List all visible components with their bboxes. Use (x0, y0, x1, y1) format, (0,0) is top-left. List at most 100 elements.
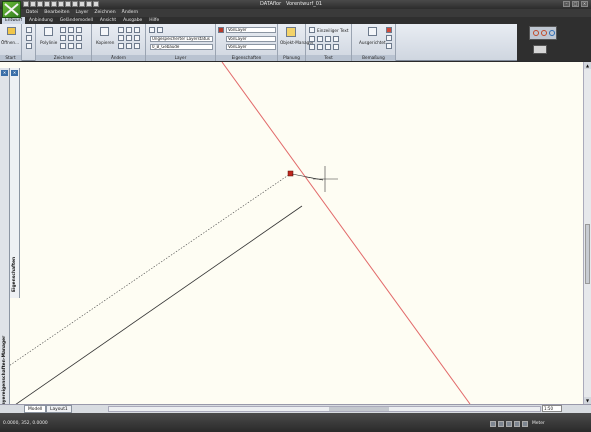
linetype-combo[interactable]: VonLayer (226, 36, 276, 42)
mirror-icon[interactable] (134, 27, 140, 33)
object-manager-icon[interactable] (286, 27, 296, 37)
workspace-switch-icon[interactable] (533, 45, 547, 54)
circle-icon[interactable] (60, 35, 66, 41)
dock-close-icon[interactable]: ✕ (11, 70, 18, 76)
match-props-icon[interactable] (72, 1, 78, 7)
tab-hilfe[interactable]: Hilfe (146, 17, 162, 24)
horizontal-scrollbar[interactable] (108, 406, 541, 412)
align-text-icon[interactable] (309, 44, 315, 50)
lineweight-combo[interactable]: VonLayer (226, 44, 276, 50)
text-icon[interactable] (309, 27, 315, 33)
dim-style-icon[interactable] (386, 27, 392, 33)
new-file-icon[interactable] (23, 1, 29, 7)
line-icon[interactable] (60, 27, 66, 33)
ortho-icon[interactable] (506, 421, 512, 427)
print-icon[interactable] (58, 1, 64, 7)
region-icon[interactable] (76, 43, 82, 49)
mtext-icon[interactable] (309, 36, 315, 42)
tab-entwurf[interactable]: Entwurf (2, 17, 26, 24)
plot-icon[interactable] (65, 1, 71, 7)
spline-icon[interactable] (76, 27, 82, 33)
view-circle-icon[interactable] (533, 30, 539, 36)
snap-icon[interactable] (490, 421, 496, 427)
rotate-icon[interactable] (126, 27, 132, 33)
find-text-icon[interactable] (325, 36, 331, 42)
scroll-up-icon[interactable]: ▲ (584, 62, 591, 69)
hscroll-thumb[interactable] (329, 407, 389, 411)
tab-modell[interactable]: Modell (24, 405, 47, 413)
select-icon[interactable] (26, 27, 32, 33)
copy-button-label[interactable]: Kopieren (96, 40, 114, 45)
move-icon[interactable] (118, 27, 124, 33)
extend-icon[interactable] (126, 35, 132, 41)
open-button-label[interactable]: Öffnen... (1, 40, 19, 45)
color-swatch-icon[interactable] (218, 27, 224, 33)
menu-zeichnen[interactable]: Zeichnen (94, 9, 115, 17)
scale-icon[interactable] (118, 43, 124, 49)
redo-icon[interactable] (51, 1, 57, 7)
menu-aendern[interactable]: Ändern (122, 9, 139, 17)
current-layer-combo[interactable]: 0_B_Gebäude (150, 44, 213, 50)
maximize-icon[interactable]: □ (572, 1, 579, 7)
app-logo-icon[interactable] (2, 1, 21, 18)
menu-layer[interactable]: Layer (76, 9, 89, 17)
scale-text-icon[interactable] (317, 44, 323, 50)
hidden-line[interactable] (0, 173, 291, 373)
scale-combo[interactable]: 1:50 (542, 405, 562, 412)
zoom-icon[interactable] (79, 1, 85, 7)
rectangle-icon[interactable] (68, 35, 74, 41)
layer-state-combo[interactable]: Ungespeicherter Layerstatus (150, 36, 213, 42)
view-circle-icon[interactable] (549, 30, 555, 36)
point-icon[interactable] (60, 43, 66, 49)
qat-dropdown-icon[interactable] (93, 1, 99, 7)
ellipse-icon[interactable] (68, 43, 74, 49)
selected-line[interactable] (221, 62, 471, 404)
drawing-canvas[interactable] (0, 62, 591, 404)
properties-tab[interactable]: Eigenschaften (12, 257, 17, 292)
spell-check-icon[interactable] (333, 44, 339, 50)
view-circle-icon[interactable] (541, 30, 547, 36)
menu-bearbeiten[interactable]: Bearbeiten (44, 9, 69, 17)
pan-icon[interactable] (86, 1, 92, 7)
dim-linear-icon[interactable] (386, 43, 392, 49)
open-file-icon[interactable] (30, 1, 36, 7)
layer-manager-tab[interactable]: Layereigenschaften-Manager (2, 336, 7, 408)
polyline-button-label[interactable]: Polylinie (40, 40, 57, 45)
dim-update-icon[interactable] (386, 35, 392, 41)
text-style-icon[interactable] (317, 36, 323, 42)
hatch-icon[interactable] (76, 35, 82, 41)
vertical-scrollbar[interactable]: ▲ ▼ (583, 62, 591, 404)
single-line-text-label[interactable]: Einzeiliger Text (317, 28, 348, 33)
tab-layout1[interactable]: Layout1 (46, 405, 72, 413)
polyline-icon[interactable] (44, 27, 53, 36)
trim-icon[interactable] (118, 35, 124, 41)
close-icon[interactable]: × (581, 1, 588, 7)
scroll-thumb[interactable] (585, 224, 590, 284)
copy-clip-icon[interactable] (26, 35, 32, 41)
scroll-down-icon[interactable]: ▼ (584, 397, 591, 404)
dock-close-icon[interactable]: ✕ (1, 70, 8, 76)
offset-icon[interactable] (134, 35, 140, 41)
copy-icon[interactable] (100, 27, 109, 36)
layer-freeze-icon[interactable] (157, 27, 163, 33)
solid-line[interactable] (12, 205, 303, 404)
erase-icon[interactable] (126, 43, 132, 49)
open-folder-icon[interactable] (7, 27, 16, 35)
layer-properties-icon[interactable] (149, 27, 155, 33)
lineweight-icon[interactable] (522, 421, 528, 427)
color-combo[interactable]: VonLayer (226, 27, 276, 33)
menu-datei[interactable]: Datei (26, 9, 38, 17)
aligned-dimension-icon[interactable] (368, 27, 377, 36)
tab-ausgabe[interactable]: Ausgabe (120, 17, 145, 24)
undo-icon[interactable] (44, 1, 50, 7)
text-edit-icon[interactable] (333, 36, 339, 42)
minimize-icon[interactable]: – (563, 1, 570, 7)
tab-anbindung[interactable]: Anbindung (26, 17, 56, 24)
grid-icon[interactable] (498, 421, 504, 427)
units-indicator[interactable]: Meter (532, 421, 545, 426)
aligned-dimension-label[interactable]: Ausgerichtet (359, 40, 386, 45)
view-switcher[interactable] (529, 26, 557, 40)
tab-ansicht[interactable]: Ansicht (97, 17, 119, 24)
grip-point[interactable] (287, 170, 294, 177)
paste-icon[interactable] (26, 43, 32, 49)
